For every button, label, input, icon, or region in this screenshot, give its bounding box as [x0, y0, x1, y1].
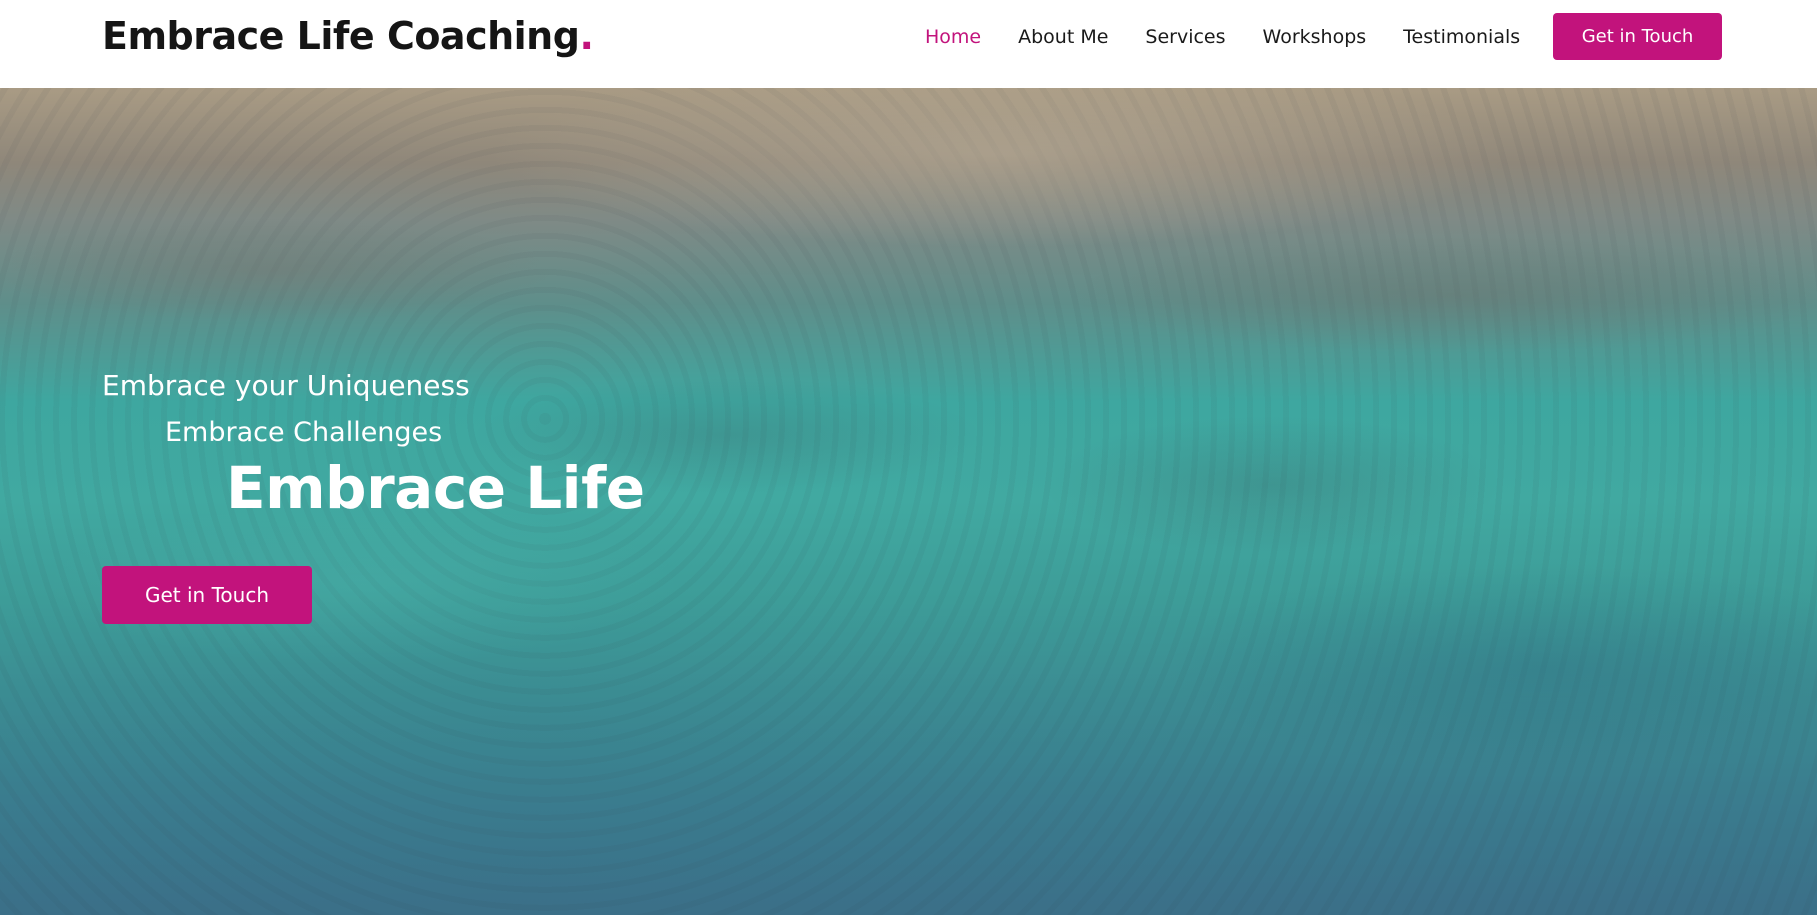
hero-get-in-touch-button[interactable]: Get in Touch — [102, 566, 312, 624]
logo-dot: . — [579, 14, 594, 58]
hero-section: Embrace your Uniqueness Embrace Challeng… — [0, 88, 1817, 915]
nav-about-me[interactable]: About Me — [1018, 26, 1108, 48]
site-logo[interactable]: Embrace Life Coaching. — [102, 10, 594, 62]
main-nav: Home About Me Services Workshops Testimo… — [925, 22, 1557, 52]
hero-title: Embrace Life — [226, 454, 645, 522]
logo-text: Embrace Life Coaching — [102, 14, 580, 58]
nav-home[interactable]: Home — [925, 26, 981, 48]
nav-services[interactable]: Services — [1145, 26, 1225, 48]
hero-tagline-uniqueness: Embrace your Uniqueness — [102, 369, 470, 402]
hero-tagline-challenges: Embrace Challenges — [165, 417, 443, 448]
nav-workshops[interactable]: Workshops — [1263, 26, 1367, 48]
header-get-in-touch-button[interactable]: Get in Touch — [1553, 13, 1722, 60]
site-header: Embrace Life Coaching. Home About Me Ser… — [0, 0, 1817, 88]
nav-testimonials[interactable]: Testimonials — [1403, 26, 1520, 48]
